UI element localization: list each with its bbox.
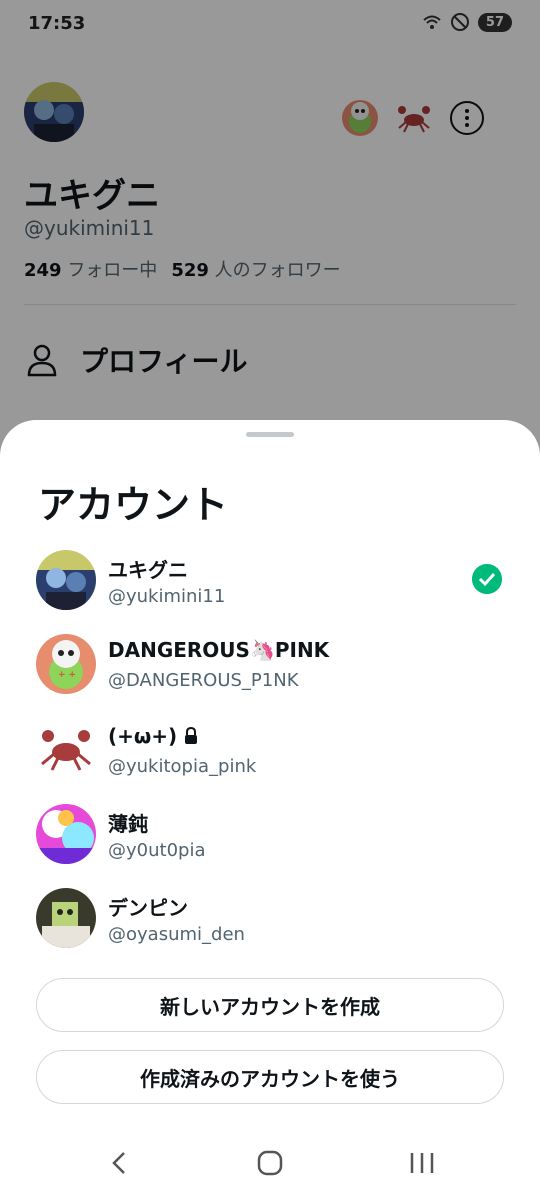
account-name: (+ω+) bbox=[108, 724, 178, 748]
back-icon[interactable] bbox=[100, 1148, 140, 1178]
account-avatar bbox=[36, 550, 96, 610]
account-handle: @yukimini11 bbox=[108, 586, 226, 607]
account-handle: @DANGEROUS_P1NK bbox=[108, 670, 299, 691]
account-handle: @y0ut0pia bbox=[108, 840, 206, 861]
svg-text:+ +: + + bbox=[58, 670, 76, 680]
account-name: 薄鈍 bbox=[108, 812, 148, 836]
account-avatar: + + bbox=[36, 634, 96, 694]
account-row[interactable]: + + DANGEROUS🦄PINK @DANGEROUS_P1NK bbox=[36, 634, 506, 696]
account-name: ユキグニ bbox=[108, 558, 188, 582]
create-account-button[interactable]: 新しいアカウントを作成 bbox=[36, 978, 504, 1032]
sheet-title: アカウント bbox=[38, 483, 229, 527]
account-avatar bbox=[36, 720, 96, 780]
use-existing-account-button[interactable]: 作成済みのアカウントを使う bbox=[36, 1050, 504, 1104]
account-handle: @yukitopia_pink bbox=[108, 756, 257, 777]
sheet-drag-handle[interactable] bbox=[246, 432, 294, 437]
account-row[interactable]: 薄鈍 @y0ut0pia bbox=[36, 804, 506, 866]
home-icon[interactable] bbox=[250, 1148, 290, 1178]
account-avatar bbox=[36, 804, 96, 864]
account-row[interactable]: (+ω+) @yukitopia_pink bbox=[36, 720, 506, 782]
check-icon bbox=[472, 564, 502, 594]
account-avatar bbox=[36, 888, 96, 948]
recents-icon[interactable] bbox=[402, 1148, 442, 1178]
account-name: デンピン bbox=[108, 896, 188, 920]
accounts-sheet: アカウント ユキグニ @yukimini11 + + DANGEROUS🦄PIN… bbox=[0, 420, 540, 1200]
account-name: DANGEROUS🦄PINK bbox=[108, 638, 330, 662]
account-name-wrapper: (+ω+) bbox=[108, 724, 199, 748]
account-handle: @oyasumi_den bbox=[108, 924, 245, 945]
account-row[interactable]: ユキグニ @yukimini11 bbox=[36, 550, 506, 612]
account-row[interactable]: デンピン @oyasumi_den bbox=[36, 888, 506, 950]
system-nav-bar bbox=[0, 1130, 540, 1200]
lock-icon bbox=[185, 727, 198, 744]
